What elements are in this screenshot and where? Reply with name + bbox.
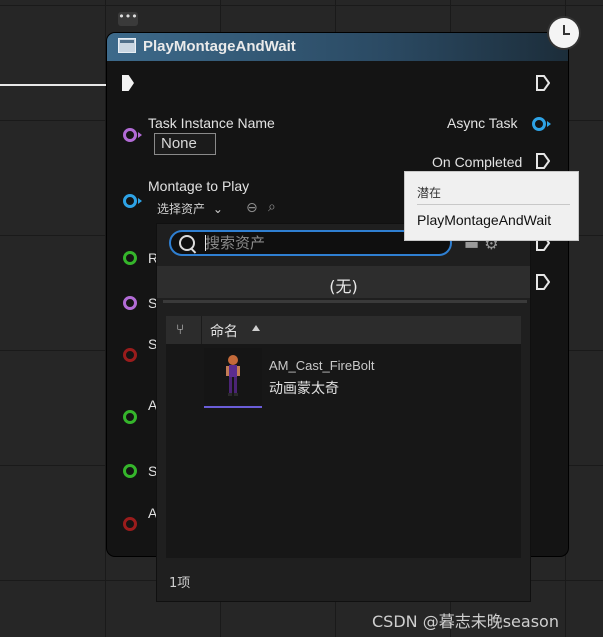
source-control-icon[interactable]: ⑂ — [176, 322, 184, 338]
latent-clock-icon — [549, 18, 579, 48]
sort-ascending-icon — [252, 325, 260, 331]
task-instance-name-field[interactable]: None — [154, 133, 216, 155]
exec-output-pin-3[interactable] — [536, 274, 550, 290]
item-count: 1项 — [169, 576, 191, 591]
input-pin-green-2[interactable] — [123, 410, 137, 424]
node-header[interactable]: PlayMontageAndWait — [107, 33, 568, 61]
text-caret — [205, 235, 206, 251]
asset-type: 动画蒙太奇 — [269, 381, 339, 397]
input-pin-red-2[interactable] — [123, 517, 137, 531]
async-task-label: Async Task — [447, 115, 518, 131]
hidden-pin-label: S — [148, 295, 158, 311]
exec-wire — [0, 84, 122, 86]
input-pin-green-3[interactable] — [123, 464, 137, 478]
function-icon — [118, 38, 136, 53]
column-separator — [201, 316, 202, 344]
on-completed-exec-pin[interactable] — [536, 153, 550, 169]
tooltip-text: PlayMontageAndWait — [417, 212, 552, 228]
montage-to-play-label: Montage to Play — [148, 178, 250, 194]
asset-select-combo[interactable]: 选择资产 ⌄ — [157, 200, 223, 217]
chevron-down-icon: ⌄ — [212, 202, 223, 216]
node-tooltip: 潜在 PlayMontageAndWait — [405, 172, 578, 240]
task-instance-name-label: Task Instance Name — [148, 115, 275, 131]
hidden-pin-label: A — [148, 505, 158, 521]
search-icon — [179, 235, 195, 251]
hidden-pin-label: A — [148, 397, 158, 413]
task-instance-name-pin[interactable] — [123, 128, 137, 142]
asset-picker-popup[interactable]: ▬ ⚙ (无) ⑂ 命名 — [157, 224, 530, 601]
input-pin-green[interactable] — [123, 251, 137, 265]
node-title: PlayMontageAndWait — [143, 38, 296, 55]
list-item[interactable]: AM_Cast_FireBolt 动画蒙太奇 — [166, 348, 521, 408]
asset-list[interactable]: ⑂ 命名 AM_Cast_FireBolt 动画蒙太奇 — [166, 316, 521, 558]
watermark: CSDN @暮志未晚season — [372, 612, 559, 631]
pin-arrow-icon — [547, 121, 551, 127]
asset-name: AM_Cast_FireBolt — [269, 358, 375, 373]
input-pin-red[interactable] — [123, 348, 137, 362]
on-completed-label: On Completed — [432, 154, 523, 170]
input-pin-purple[interactable] — [123, 296, 137, 310]
column-name-header[interactable]: 命名 — [210, 321, 238, 341]
divider — [163, 300, 527, 303]
montage-to-play-pin[interactable] — [123, 194, 137, 208]
async-task-pin[interactable] — [532, 117, 546, 131]
tooltip-divider — [417, 204, 570, 205]
hidden-pin-label: S — [148, 336, 158, 352]
animation-montage-thumbnail — [204, 348, 262, 408]
use-selected-arrow-icon[interactable]: ⊖ — [246, 200, 258, 216]
hidden-pin-label: S — [148, 463, 158, 479]
tooltip-category: 潜在 — [417, 186, 442, 200]
browse-search-icon[interactable]: ⌕ — [268, 199, 276, 215]
asset-list-header: ⑂ 命名 — [166, 316, 521, 344]
pin-arrow-icon — [138, 132, 142, 138]
pin-arrow-icon — [138, 198, 142, 204]
none-option[interactable]: (无) — [157, 266, 530, 298]
comment-bubble-icon[interactable]: ••• — [118, 11, 138, 26]
none-option-label: (无) — [329, 277, 358, 296]
asset-select-value: 选择资产 — [157, 202, 206, 216]
exec-output-pin[interactable] — [536, 75, 550, 91]
